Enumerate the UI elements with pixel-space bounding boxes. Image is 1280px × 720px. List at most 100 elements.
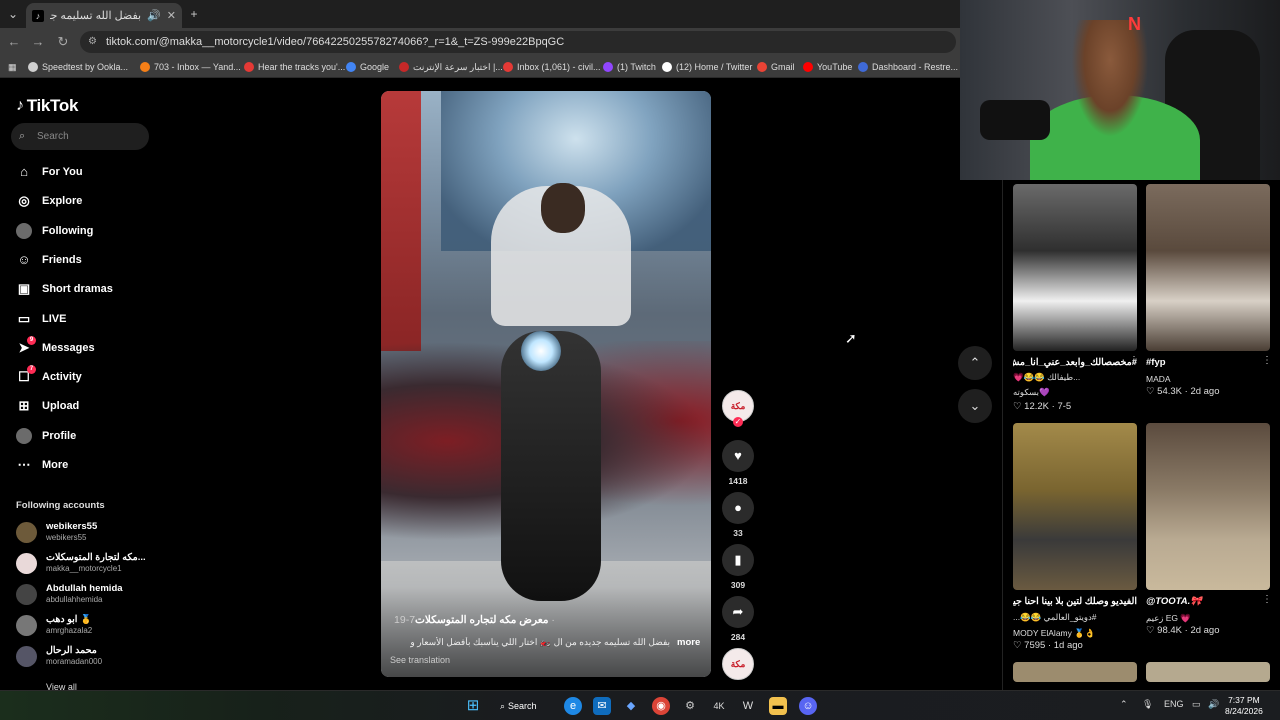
tab-close-icon[interactable]: ✕	[167, 9, 176, 22]
recommended-thumb-5[interactable]	[1013, 662, 1137, 682]
bookmark-item[interactable]: اختبار سرعة الإنترنت |...	[399, 60, 503, 74]
sidebar-item-upload[interactable]: ⊞ Upload	[16, 396, 80, 416]
share-count: 284	[730, 632, 746, 642]
following-account-item[interactable]: مكه لتجارة المتوسكلات... makka__motorcycl…	[16, 552, 156, 576]
edge-browser-icon[interactable]: e	[564, 697, 582, 715]
recommended-title-1[interactable]: #مخصصالك_وابعد_عني_انا_مش...	[1013, 357, 1137, 368]
next-video-chevron-down-icon[interactable]: ⌄	[958, 389, 992, 423]
send-icon: ➤ 9	[16, 335, 36, 356]
apps-grid-icon[interactable]: ▦	[8, 60, 17, 74]
azure-app-icon[interactable]: ◆	[622, 697, 640, 715]
following-account-item[interactable]: webikers55 webikers55	[16, 521, 156, 545]
account-handle: amrghazala2	[46, 626, 93, 635]
file-explorer-folder-icon[interactable]: ▬	[769, 697, 787, 715]
video-more-link[interactable]: more	[677, 637, 700, 648]
recommended-author-1[interactable]: بسكوته💜	[1013, 387, 1137, 398]
bookmark-item[interactable]: Gmail	[757, 60, 795, 74]
sidebar-item-live[interactable]: ▭ LIVE	[16, 309, 67, 329]
forward-arrow-icon[interactable]: →	[30, 34, 46, 50]
outlook-mail-icon[interactable]: ✉	[593, 697, 611, 715]
video-author-line[interactable]: معرض مكه لتجاره المتوسكلات7-19 ·	[390, 614, 555, 626]
recommended-title-3[interactable]: الفيديو وصلك لتين بلا بينا احنا جينا	[1013, 596, 1137, 607]
follow-check-icon[interactable]: ✓	[733, 417, 743, 427]
recommended-likes-2: 54.3K	[1157, 386, 1182, 397]
video-player[interactable]	[381, 91, 711, 677]
recommended-likes-1: 12.2K	[1024, 401, 1049, 412]
like-heart-icon[interactable]: ♥	[722, 440, 754, 472]
bookmarks-bar: ▦ Speedtest by Ookla... 703 - Inbox — Yan…	[0, 56, 960, 78]
recommended-thumb-3[interactable]	[1013, 423, 1137, 590]
recommended-author-4[interactable]: زعيم EG 💗	[1146, 613, 1270, 624]
4k-downloader-icon[interactable]: 4K	[710, 697, 728, 715]
recommended-more-icon-1[interactable]: ⋮	[1129, 355, 1139, 366]
bookmark-item[interactable]: Google	[346, 60, 389, 74]
webcam-streamer-face	[1050, 20, 1170, 180]
sidebar-item-short-dramas[interactable]: ▣ Short dramas	[16, 279, 113, 299]
site-info-icon[interactable]: ⚙	[88, 31, 97, 53]
bookmark-item[interactable]: (1) Twitch	[603, 60, 656, 74]
recommended-thumb-2[interactable]	[1146, 184, 1270, 351]
search-input[interactable]: ⌕ Search	[11, 123, 149, 150]
recommended-more-icon-4[interactable]: ⋮	[1262, 594, 1272, 605]
chrome-browser-icon[interactable]: ◉	[652, 697, 670, 715]
previous-video-chevron-up-icon[interactable]: ⌃	[958, 346, 992, 380]
following-account-item[interactable]: ابو دهب 🥇 amrghazala2	[16, 614, 156, 638]
bookmark-item[interactable]: Dashboard - Restre...	[858, 60, 958, 74]
sidebar-item-more[interactable]: ⋯ More	[16, 455, 69, 475]
bookmark-item[interactable]: Speedtest by Ookla...	[28, 60, 128, 74]
new-tab-button[interactable]: +	[186, 6, 202, 22]
discord-icon[interactable]: ☺	[799, 697, 817, 715]
recommended-date-4: 2d ago	[1190, 625, 1220, 636]
recommended-author-3[interactable]: MODY ElAlamy 🥇👌	[1013, 628, 1137, 639]
comment-icon[interactable]: ●	[722, 492, 754, 524]
account-avatar	[16, 615, 37, 636]
bookmark-item[interactable]: Inbox (1,061) - civil...	[503, 60, 601, 74]
wordpad-icon[interactable]: W	[739, 697, 757, 715]
microphone-icon[interactable]: 🎙	[1142, 699, 1153, 710]
tab-list-icon[interactable]: ⌄	[5, 6, 21, 22]
tray-chevron-up-icon[interactable]: ⌃	[1120, 699, 1128, 710]
steam-icon[interactable]: ⚙	[681, 697, 699, 715]
sidebar-item-friends[interactable]: ☺ Friends	[16, 250, 81, 270]
system-clock[interactable]: 7:37 PM 8/24/2026	[1225, 695, 1263, 717]
browser-tab-active[interactable]: ♪ بفضل الله تسليمه جديده من 🔊 ✕	[26, 3, 182, 28]
recommended-title-4[interactable]: @TOOTA.🎀	[1146, 596, 1270, 607]
recommended-author-2[interactable]: MADA	[1146, 374, 1270, 384]
recommended-thumb-1[interactable]	[1013, 184, 1137, 351]
following-account-item[interactable]: Abdullah hemida abdullahhemida	[16, 583, 156, 607]
sidebar-item-explore[interactable]: ◎ Explore	[16, 191, 82, 211]
see-translation-link[interactable]: See translation	[390, 655, 450, 665]
network-icon[interactable]: ▭	[1192, 699, 1201, 710]
bookmark-item[interactable]: YouTube	[803, 60, 852, 74]
tab-audio-icon[interactable]: 🔊	[147, 9, 161, 22]
bookmark-icon[interactable]: ▮	[722, 544, 754, 576]
recommended-thumb-6[interactable]	[1146, 662, 1270, 682]
sidebar-item-for-you[interactable]: ⌂ For You	[16, 162, 82, 182]
bookmark-item[interactable]: (12) Home / Twitter	[662, 60, 752, 74]
sidebar-item-activity[interactable]: ☐ 7 Activity	[16, 365, 82, 387]
bookmark-item[interactable]: 703 - Inbox — Yand...	[140, 60, 241, 74]
recommended-title-2[interactable]: #fyp	[1146, 357, 1270, 368]
windows-start-icon[interactable]: ⊞	[464, 697, 482, 715]
recommended-more-icon-2[interactable]: ⋮	[1262, 355, 1272, 366]
bookmark-label: (12) Home / Twitter	[676, 62, 753, 72]
comment-count: 33	[733, 528, 743, 538]
tiktok-logo[interactable]: ♪ TikTok	[16, 96, 78, 116]
clock-date: 8/24/2026	[1225, 706, 1263, 716]
bookmark-item[interactable]: Hear the tracks you'...	[244, 60, 345, 74]
volume-icon[interactable]: 🔊	[1208, 699, 1219, 710]
input-language[interactable]: ENG	[1164, 699, 1184, 709]
tiktok-sidebar: ♪ TikTok ⌕ Search ⌂ For You ◎ Explore ● Follo…	[0, 78, 160, 692]
recommended-thumb-4[interactable]	[1146, 423, 1270, 590]
share-arrow-icon[interactable]: ➦	[722, 596, 754, 628]
sidebar-item-profile[interactable]: ● Profile	[16, 426, 76, 446]
following-account-item[interactable]: محمد الرحال moramadan000	[16, 645, 156, 669]
reload-icon[interactable]: ↻	[55, 34, 71, 50]
sidebar-item-messages[interactable]: ➤ 9 Messages	[16, 335, 95, 358]
music-disc-avatar[interactable]: مكة	[722, 648, 754, 680]
video-author-name[interactable]: معرض مكه لتجاره المتوسكلات	[415, 614, 548, 626]
address-bar[interactable]: ⚙ tiktok.com/@makka__motorcycle1/video/7…	[80, 31, 956, 53]
back-arrow-icon[interactable]: ←	[6, 34, 22, 50]
taskbar-search[interactable]: ⌕ Search	[500, 696, 550, 716]
sidebar-item-following[interactable]: ● Following	[16, 221, 93, 241]
